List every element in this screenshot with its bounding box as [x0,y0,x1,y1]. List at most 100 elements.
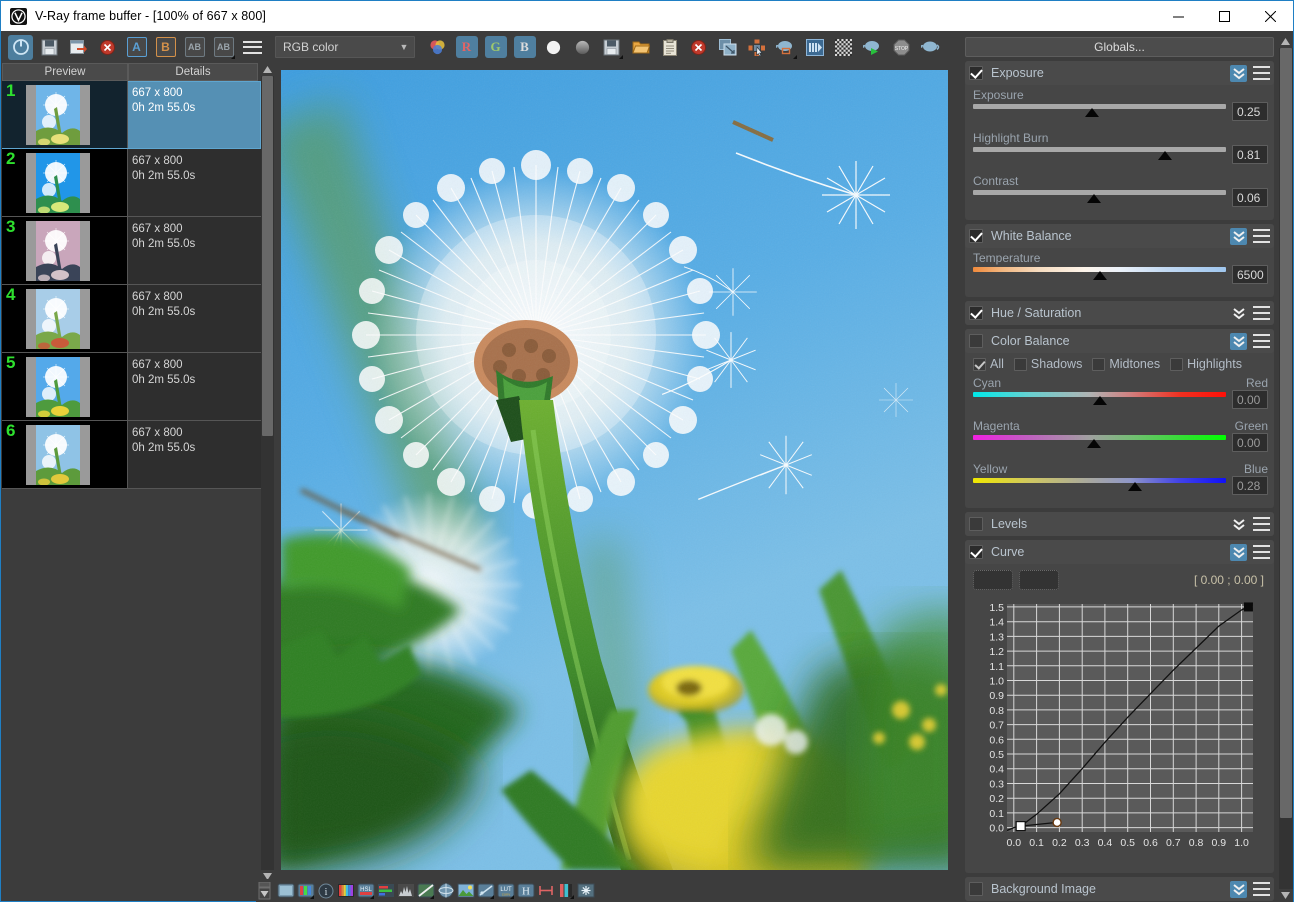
slider-track-wrap[interactable] [973,390,1226,405]
group-enable-checkbox[interactable] [969,517,983,531]
corrections-scrollbar[interactable] [1279,35,1293,902]
group-header[interactable]: Color Balance [965,329,1274,353]
slider-track-wrap[interactable] [973,188,1226,203]
group-menu-icon[interactable] [1253,882,1270,896]
range-checkbox[interactable] [1170,357,1184,371]
slider-track-wrap[interactable] [973,265,1226,280]
image-viewport[interactable] [275,63,960,883]
thumbnail[interactable] [26,152,90,213]
compare-ab-vertical-icon[interactable]: AB [211,35,236,60]
group-header[interactable]: White Balance [965,224,1274,248]
clear-image-icon[interactable] [95,35,120,60]
range-checkbox[interactable] [1013,357,1027,371]
image-preview-cell[interactable]: 1 [2,81,128,148]
color-bars-icon[interactable] [336,881,355,900]
table-row[interactable]: 6 667 x 800 0h 2m 55.0s [2,421,261,489]
save-icon[interactable] [37,35,62,60]
track-b-button[interactable]: B [153,35,178,60]
open-folder-icon[interactable] [628,35,653,60]
slider-handle[interactable] [1158,151,1173,160]
tone-curve-graph[interactable]: 0.0 0.1 0.2 0.3 0.4 0.5 0.6 0.7 0.8 0.9 1.0 1.1 1.2 1… [971,596,1261,858]
group-header[interactable]: Exposure [965,61,1274,85]
group-enable-checkbox[interactable] [969,66,983,80]
denoise-icon[interactable] [576,881,595,900]
hamburger-icon[interactable] [240,35,265,60]
image-preview-cell[interactable]: 6 [2,421,128,488]
slider-value[interactable]: 0.81 [1232,145,1268,164]
group-menu-icon[interactable] [1253,545,1270,559]
chevron-double-down-icon[interactable] [1230,305,1247,322]
globals-button[interactable]: Globals... [965,37,1274,57]
follow-mouse-icon[interactable] [773,35,798,60]
save-channel-icon[interactable] [599,35,624,60]
render-last-icon[interactable] [802,35,827,60]
group-enable-checkbox[interactable] [969,306,983,320]
region-render-icon[interactable] [744,35,769,60]
chevron-down-icon[interactable]: ▼ [394,37,414,57]
color-wheel-icon[interactable] [425,35,450,60]
image-preview-cell[interactable]: 2 [2,149,128,216]
column-header-preview[interactable]: Preview [2,63,128,81]
slider-value[interactable]: 0.06 [1232,188,1268,207]
chevron-double-down-icon[interactable] [1230,64,1247,82]
curve-icon[interactable] [416,881,435,900]
image-display-icon[interactable] [276,881,295,900]
lut-icon[interactable]: LUT conv [496,881,515,900]
chevron-double-down-icon[interactable] [1230,516,1247,533]
chevron-double-down-icon[interactable] [1230,227,1247,245]
slider-track-wrap[interactable] [973,102,1226,117]
group-header[interactable]: Hue / Saturation [965,301,1274,325]
range-checkbox[interactable] [973,357,986,371]
table-row[interactable]: 3 667 x 800 0h 2m 55.0s [2,217,261,285]
scrollbar-thumb[interactable] [262,76,273,436]
column-header-details[interactable]: Details [128,63,258,81]
power-icon[interactable] [8,34,33,60]
view-clamped-colors-icon[interactable] [570,35,595,60]
background-image-icon[interactable] [456,881,475,900]
image-list[interactable]: 1 667 x 800 0h 2m 55.0s 2 667 x 800 0h 2m 55.… [2,81,261,489]
group-menu-icon[interactable] [1253,229,1270,243]
clipboard-icon[interactable] [657,35,682,60]
thumbnail[interactable] [26,84,90,145]
thumbnail[interactable] [26,424,90,485]
scrollbar-track[interactable] [261,76,274,870]
slider-track[interactable] [973,147,1226,152]
rp-scroll-down-icon[interactable] [1279,889,1292,902]
table-row[interactable]: 4 667 x 800 0h 2m 55.0s [2,285,261,353]
table-row[interactable]: 5 667 x 800 0h 2m 55.0s [2,353,261,421]
slider-track-wrap[interactable] [973,476,1226,491]
group-menu-icon[interactable] [1253,306,1270,320]
table-row[interactable]: 1 667 x 800 0h 2m 55.0s [2,81,261,149]
hsl-icon[interactable]: HSL [356,881,375,900]
channel-select[interactable]: RGB color ▼ [275,36,415,58]
close-button[interactable] [1247,1,1293,31]
slider-track[interactable] [973,104,1226,109]
exposure-icon[interactable] [476,881,495,900]
slider-handle[interactable] [1087,194,1102,203]
curve-reset-button[interactable] [973,570,1013,590]
group-menu-icon[interactable] [1253,334,1270,348]
group-enable-checkbox[interactable] [969,545,983,559]
slider-value[interactable]: 0.28 [1232,476,1268,495]
image-preview-cell[interactable]: 3 [2,217,128,284]
table-row[interactable]: 2 667 x 800 0h 2m 55.0s [2,149,261,217]
curve-preset-button[interactable] [1019,570,1059,590]
group-enable-checkbox[interactable] [969,334,983,348]
track-a-button[interactable]: A [124,35,149,60]
red-channel-button[interactable]: R [454,35,479,60]
group-menu-icon[interactable] [1253,517,1270,531]
image-preview-cell[interactable]: 4 [2,285,128,352]
save-all-icon[interactable] [66,35,91,60]
thumbnail[interactable] [26,356,90,417]
pixel-aspect-icon[interactable] [536,881,555,900]
group-header[interactable]: Levels [965,512,1274,536]
render-play-icon[interactable] [860,35,885,60]
group-enable-checkbox[interactable] [969,882,983,896]
curve-graph-wrap[interactable]: 0.0 0.1 0.2 0.3 0.4 0.5 0.6 0.7 0.8 0.9 1.0 1.1 1.2 1… [965,592,1274,867]
slider-track-wrap[interactable] [973,433,1226,448]
slider-handle[interactable] [1127,482,1142,491]
range-checkbox[interactable] [1092,357,1106,371]
panel-collapse-toggle[interactable] [256,879,272,902]
duplicate-window-icon[interactable] [715,35,740,60]
force-color-clamp-icon[interactable] [541,35,566,60]
